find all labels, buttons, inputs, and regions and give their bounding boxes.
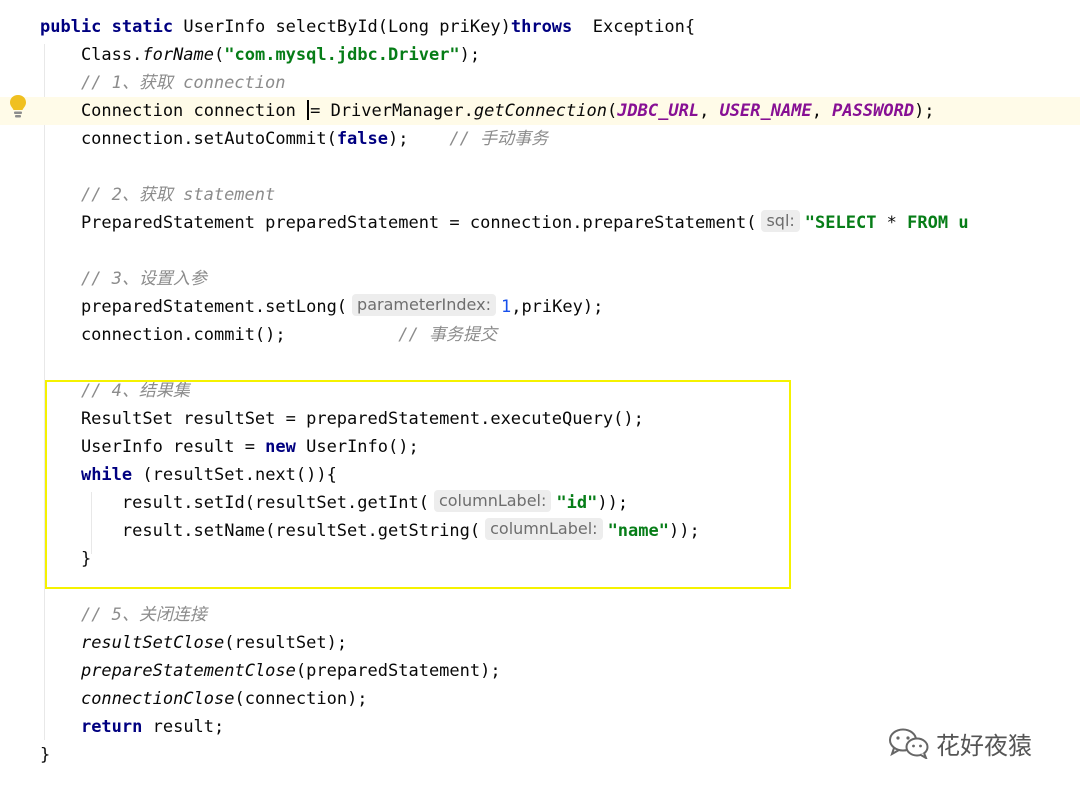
code-token: ( — [214, 45, 225, 65]
code-token: false — [336, 129, 388, 149]
code-line[interactable]: public static UserInfo selectById(Long p… — [0, 13, 1080, 41]
code-token: // 事务提交 — [398, 325, 497, 345]
code-token: 1 — [500, 297, 512, 317]
code-token: (resultSet); — [224, 633, 348, 653]
code-line[interactable]: connectionClose(connection); — [0, 685, 1080, 713]
code-line[interactable]: Class.forName("com.mysql.jdbc.Driver"); — [0, 41, 1080, 69]
code-token: return — [80, 717, 143, 737]
code-token: ); — [388, 129, 450, 149]
code-token: Connection connection — [40, 101, 307, 121]
code-token: , — [699, 101, 720, 121]
code-token: JDBC_URL — [617, 101, 700, 121]
code-token: ); — [914, 101, 935, 121]
code-token: = DriverManager. — [310, 101, 474, 121]
code-token: resultSetClose — [80, 633, 225, 653]
highlight-box — [45, 380, 791, 589]
code-token: Class. — [40, 45, 143, 65]
wechat-icon — [889, 728, 929, 759]
lightbulb-icon[interactable] — [9, 94, 27, 120]
code-token: } — [40, 745, 51, 765]
code-line[interactable]: connection.setAutoCommit(false); // 手动事务 — [0, 125, 1080, 153]
code-line[interactable]: // 5、关闭连接 — [0, 601, 1080, 629]
code-editor[interactable]: public static UserInfo selectById(Long p… — [0, 0, 1080, 790]
code-line[interactable]: // 3、设置入参 — [0, 265, 1080, 293]
code-line[interactable] — [0, 237, 1080, 265]
code-line[interactable]: connection.commit(); // 事务提交 — [0, 321, 1080, 349]
code-token: forName — [142, 45, 215, 65]
code-token: PASSWORD — [832, 101, 915, 121]
code-line[interactable] — [0, 349, 1080, 377]
parameter-hint: sql: — [761, 210, 800, 232]
code-line[interactable]: // 2、获取 statement — [0, 181, 1080, 209]
code-token: UserInfo selectById(Long priKey) — [173, 17, 511, 37]
code-token: ); — [459, 45, 481, 65]
code-token: public — [40, 17, 102, 37]
code-token: (preparedStatement); — [295, 661, 501, 681]
parameter-hint: parameterIndex: — [352, 294, 496, 316]
code-token: connection.setAutoCommit( — [40, 129, 337, 149]
code-token: USER_NAME — [719, 101, 812, 121]
code-line[interactable]: preparedStatement.setLong(parameterIndex… — [0, 293, 1080, 321]
code-token: PreparedStatement preparedStatement = co… — [40, 213, 757, 233]
code-token: // 1、获取 connection — [80, 73, 286, 93]
code-token: Exception{ — [572, 17, 696, 37]
code-line[interactable] — [0, 153, 1080, 181]
code-token: connectionClose — [80, 689, 235, 709]
code-token: "com.mysql.jdbc.Driver" — [224, 45, 460, 65]
text-caret — [307, 100, 310, 120]
code-token: , — [811, 101, 833, 121]
code-line[interactable]: Connection connection = DriverManager.ge… — [0, 97, 1080, 125]
code-token: "SELECT — [804, 213, 887, 233]
code-line[interactable]: resultSetClose(resultSet); — [0, 629, 1080, 657]
code-token: result; — [142, 717, 225, 737]
code-line[interactable]: prepareStatementClose(preparedStatement)… — [0, 657, 1080, 685]
code-token: ( — [606, 101, 618, 121]
code-token: prepareStatementClose — [80, 661, 296, 681]
code-token: // 5、关闭连接 — [80, 605, 207, 625]
code-line[interactable]: // 1、获取 connection — [0, 69, 1080, 97]
watermark: 花好夜猿 — [888, 726, 1032, 760]
code-token: (connection); — [234, 689, 368, 709]
code-line[interactable]: PreparedStatement preparedStatement = co… — [0, 209, 1080, 237]
code-token: static — [111, 17, 174, 37]
code-token: getConnection — [473, 101, 607, 121]
watermark-text: 花好夜猿 — [936, 731, 1032, 760]
code-token: * — [886, 213, 908, 233]
code-token: // 手动事务 — [449, 129, 549, 149]
code-token: connection.commit(); — [40, 325, 399, 345]
code-token: // 3、设置入参 — [80, 269, 207, 289]
code-token: ,priKey); — [511, 297, 604, 317]
code-token: FROM u — [907, 213, 969, 233]
code-token: // 2、获取 statement — [80, 185, 276, 205]
code-token: throws — [510, 17, 573, 37]
code-token: preparedStatement.setLong( — [40, 297, 348, 317]
